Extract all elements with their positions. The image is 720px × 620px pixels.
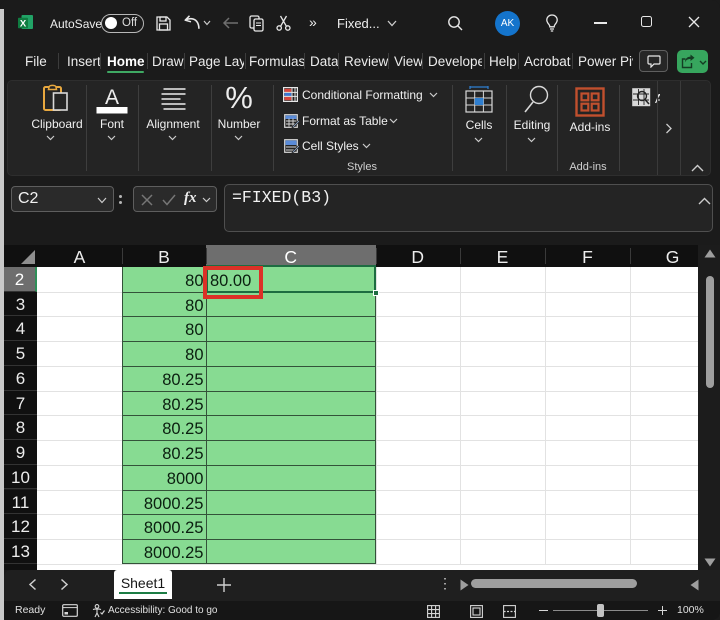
svg-text:X: X — [20, 19, 27, 30]
svg-text:A: A — [105, 86, 119, 109]
